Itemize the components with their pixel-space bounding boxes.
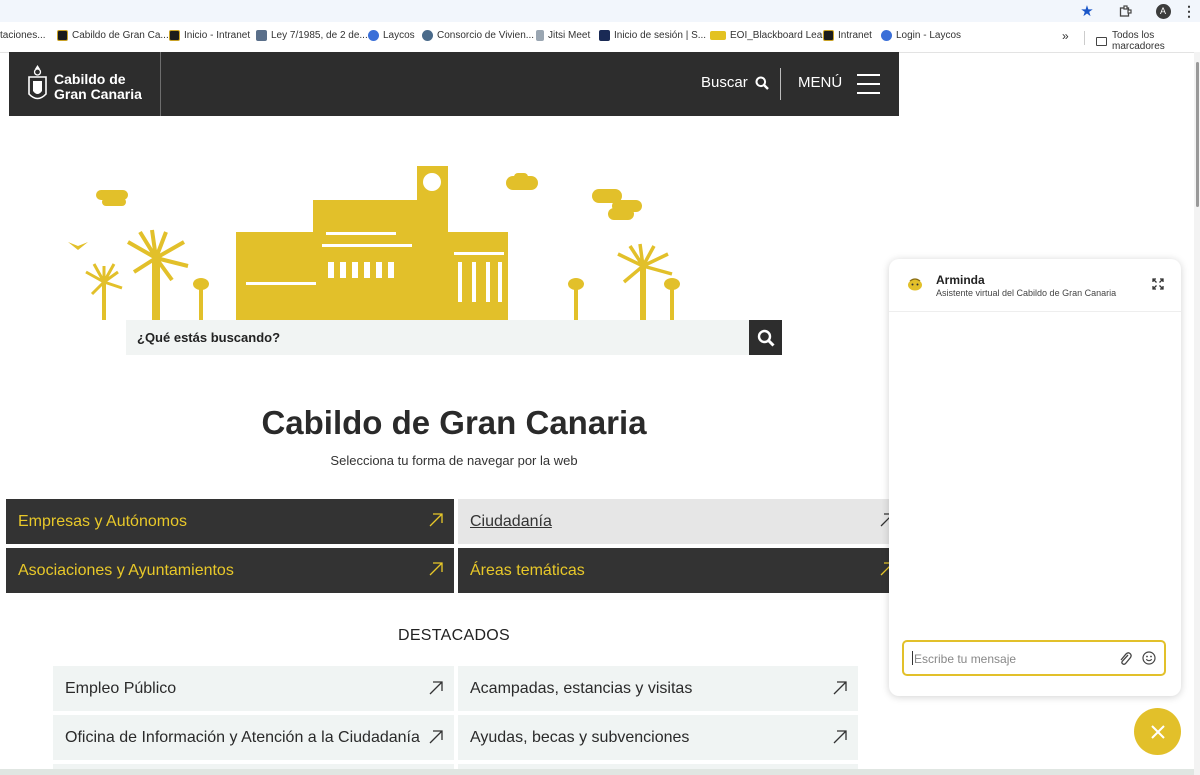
header-search-button[interactable]: Buscar bbox=[701, 74, 769, 91]
page-title: Cabildo de Gran Canaria bbox=[261, 404, 647, 441]
check-favicon-icon bbox=[599, 30, 610, 41]
arrow-up-right-icon bbox=[429, 562, 443, 576]
logo-text: Cabildo de Gran Canaria bbox=[54, 71, 142, 102]
featured-heading: DESTACADOS bbox=[397, 627, 511, 644]
page-subtitle: Selecciona tu forma de navegar por la we… bbox=[330, 453, 578, 468]
divider bbox=[1084, 31, 1085, 45]
tile-areas-tematicas[interactable]: Áreas temáticas bbox=[458, 548, 894, 593]
bookmark-item[interactable]: Ley 7/1985, de 2 de... bbox=[256, 30, 368, 41]
bottom-edge bbox=[0, 769, 1194, 775]
site-search-input[interactable]: ¿Qué estás buscando? bbox=[126, 320, 750, 355]
close-icon bbox=[1150, 724, 1165, 739]
all-bookmarks-button[interactable]: Todos los marcadores bbox=[1096, 30, 1200, 52]
featured-empleo-publico[interactable]: Empleo Público bbox=[53, 666, 454, 711]
text-caret bbox=[912, 651, 913, 665]
assistant-name: Arminda bbox=[936, 273, 985, 287]
menu-label[interactable]: MENÚ bbox=[798, 74, 842, 91]
chat-close-button[interactable] bbox=[1134, 708, 1181, 755]
site-header: Cabildo de Gran Canaria Buscar MENÚ bbox=[9, 52, 899, 116]
assistant-subtitle: Asistente virtual del Cabildo de Gran Ca… bbox=[936, 288, 1117, 298]
eoi-favicon-icon bbox=[710, 31, 726, 40]
tile-ciudadania[interactable]: Ciudadanía bbox=[458, 499, 894, 544]
bookmark-item[interactable]: Laycos bbox=[368, 30, 415, 41]
search-icon bbox=[757, 329, 775, 347]
featured-acampadas[interactable]: Acampadas, estancias y visitas bbox=[458, 666, 858, 711]
chat-widget: Arminda Asistente virtual del Cabildo de… bbox=[889, 259, 1181, 696]
arrow-up-right-icon bbox=[429, 681, 443, 695]
bookmark-star-icon[interactable]: ★ bbox=[1078, 2, 1096, 20]
arrow-up-right-icon bbox=[429, 730, 443, 744]
cabildo-favicon-icon bbox=[169, 30, 180, 41]
site-logo[interactable]: Cabildo de Gran Canaria bbox=[9, 52, 161, 116]
bookmark-item[interactable]: Cabildo de Gran Ca... bbox=[57, 30, 169, 41]
bookmark-item[interactable]: taciones... bbox=[0, 30, 46, 41]
hamburger-menu-icon[interactable] bbox=[857, 74, 880, 94]
hero-illustration bbox=[68, 166, 680, 320]
bookmark-item[interactable]: Intranet bbox=[823, 30, 872, 41]
bookmark-item[interactable]: Inicio - Intranet bbox=[169, 30, 250, 41]
featured-oficina-informacion[interactable]: Oficina de Información y Atención a la C… bbox=[53, 715, 454, 760]
search-icon bbox=[755, 76, 769, 90]
folder-icon bbox=[1096, 36, 1107, 46]
browser-toolbar: ★ A ⋮ bbox=[0, 0, 1200, 22]
tile-asociaciones[interactable]: Asociaciones y Ayuntamientos bbox=[6, 548, 454, 593]
arrow-up-right-icon bbox=[833, 681, 847, 695]
ley-favicon-icon bbox=[256, 30, 267, 41]
cabildo-favicon-icon bbox=[823, 30, 834, 41]
bookmark-item[interactable]: Login - Laycos bbox=[881, 30, 961, 41]
bookmark-item[interactable]: Inicio de sesión | S... bbox=[599, 30, 706, 41]
more-bookmarks-button[interactable]: » bbox=[1062, 29, 1069, 43]
link-favicon-icon bbox=[422, 30, 433, 41]
globe-favicon-icon bbox=[368, 30, 379, 41]
globe-favicon-icon bbox=[881, 30, 892, 41]
bookmark-item[interactable]: Consorcio de Vivien... bbox=[422, 30, 534, 41]
browser-menu-icon[interactable]: ⋮ bbox=[1180, 2, 1198, 20]
profile-avatar[interactable]: A bbox=[1154, 2, 1172, 20]
jitsi-favicon-icon bbox=[536, 30, 544, 41]
chat-header: Arminda Asistente virtual del Cabildo de… bbox=[889, 259, 1181, 312]
extensions-icon[interactable] bbox=[1116, 2, 1134, 20]
featured-ayudas[interactable]: Ayudas, becas y subvenciones bbox=[458, 715, 858, 760]
bookmark-item[interactable]: Jitsi Meet bbox=[536, 30, 590, 41]
arrow-up-right-icon bbox=[833, 730, 847, 744]
divider bbox=[780, 68, 781, 100]
chat-message-input[interactable]: Escribe tu mensaje bbox=[902, 640, 1166, 676]
scrollbar-thumb[interactable] bbox=[1196, 62, 1199, 207]
tile-empresas[interactable]: Empresas y Autónomos bbox=[6, 499, 454, 544]
cabildo-favicon-icon bbox=[57, 30, 68, 41]
assistant-avatar-icon bbox=[908, 278, 922, 291]
bookmark-item[interactable]: EOI_Blackboard Learn bbox=[710, 30, 831, 41]
expand-icon[interactable] bbox=[1152, 278, 1164, 290]
coat-of-arms-icon bbox=[28, 65, 47, 100]
emoji-icon[interactable] bbox=[1142, 651, 1156, 665]
search-submit-button[interactable] bbox=[749, 320, 782, 355]
arrow-up-right-icon bbox=[429, 513, 443, 527]
bookmarks-bar: taciones... Cabildo de Gran Ca... Inicio… bbox=[0, 22, 1200, 53]
attachment-icon[interactable] bbox=[1118, 651, 1132, 667]
